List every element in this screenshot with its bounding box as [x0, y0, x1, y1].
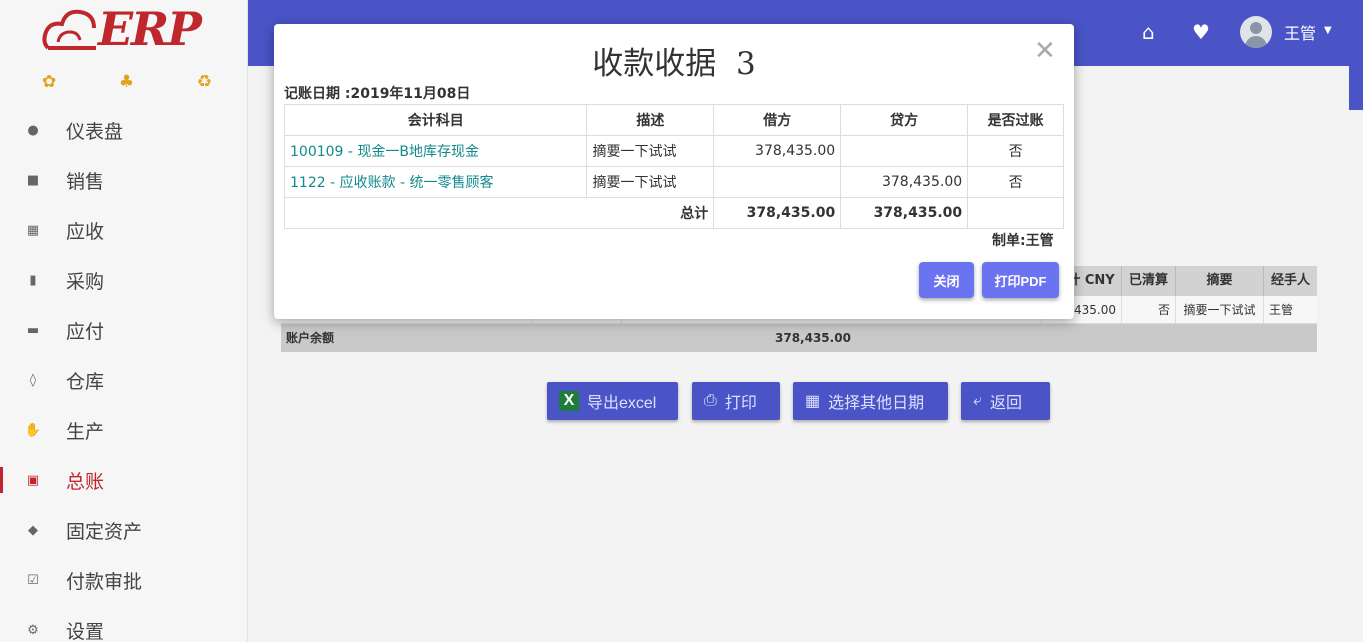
close-icon[interactable]: ✕: [1034, 36, 1056, 66]
cell-posted: 否: [967, 135, 1064, 167]
cell-blank: [967, 197, 1064, 229]
total-debit: 378,435.00: [713, 197, 842, 229]
col-description: 描述: [586, 104, 715, 136]
total-row: 总计 378,435.00 378,435.00: [283, 197, 1064, 229]
prepared-by: 制单:王管: [992, 233, 1054, 249]
table-row: 100109 - 现金一B地库存现金 摘要一下试试 378,435.00 否: [283, 135, 1064, 167]
col-debit: 借方: [713, 104, 842, 136]
cell-description: 摘要一下试试: [586, 166, 715, 198]
table-header-row: 会计科目 描述 借方 贷方 是否过账: [283, 104, 1064, 136]
journal-entries-table: 会计科目 描述 借方 贷方 是否过账 100109 - 现金一B地库存现金 摘要…: [283, 104, 1064, 229]
cell-posted: 否: [967, 166, 1064, 198]
col-posted: 是否过账: [967, 104, 1064, 136]
modal-title: 收款收据 3: [592, 46, 756, 82]
cell-credit: [840, 135, 969, 167]
cell-debit: 378,435.00: [713, 135, 842, 167]
col-credit: 贷方: [840, 104, 969, 136]
account-link[interactable]: 1122 - 应收账款 - 统一零售顾客: [283, 166, 588, 198]
col-account: 会计科目: [283, 104, 588, 136]
posting-date: 记账日期 :2019年11月08日: [284, 86, 471, 102]
cell-credit: 378,435.00: [840, 166, 969, 198]
total-label: 总计: [283, 197, 715, 229]
cell-description: 摘要一下试试: [586, 135, 715, 167]
total-credit: 378,435.00: [840, 197, 969, 229]
receipt-modal: 收款收据 3 ✕ 记账日期 :2019年11月08日 会计科目 描述 借方 贷方…: [274, 24, 1074, 319]
close-button[interactable]: 关闭: [919, 262, 974, 298]
print-pdf-button[interactable]: 打印PDF: [982, 262, 1059, 298]
table-row: 1122 - 应收账款 - 统一零售顾客 摘要一下试试 378,435.00 否: [283, 166, 1064, 198]
account-link[interactable]: 100109 - 现金一B地库存现金: [283, 135, 588, 167]
cell-debit: [713, 166, 842, 198]
